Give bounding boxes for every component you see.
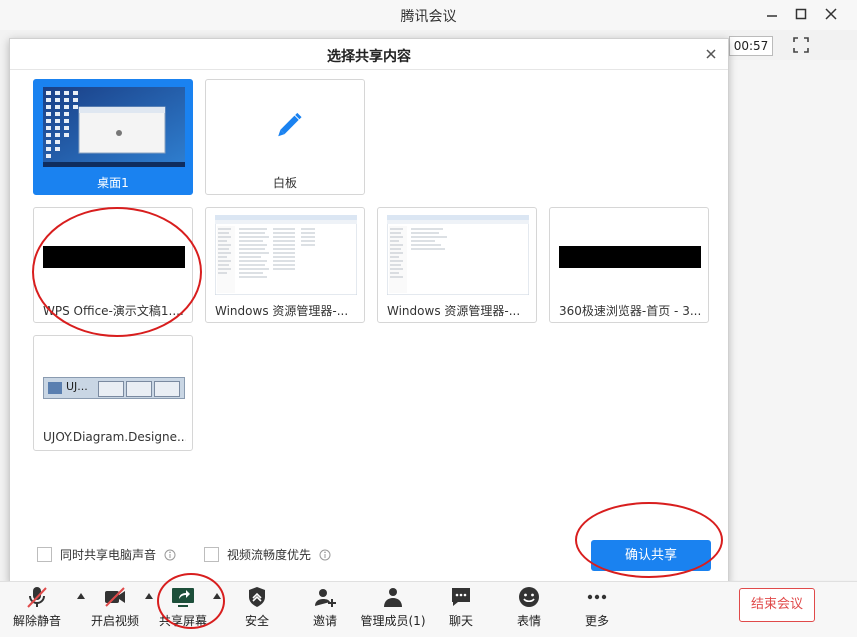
video-smooth-checkbox[interactable]	[204, 547, 219, 562]
option-label: Windows 资源管理器-...	[387, 304, 521, 318]
toolbar-label: 安全	[244, 614, 269, 628]
toolbar-label: 表情	[516, 614, 541, 628]
toolbar-label: 开启视频	[90, 614, 139, 628]
more-button[interactable]: 更多	[562, 582, 632, 637]
desktop-thumbnail	[43, 87, 185, 167]
toolbar-label: 聊天	[448, 614, 473, 628]
minimize-icon[interactable]	[761, 4, 783, 24]
close-window-icon[interactable]	[820, 4, 842, 24]
ujoy-window-title: UJ...	[66, 380, 88, 393]
toolbar-label: 邀请	[312, 614, 337, 628]
members-icon	[384, 588, 402, 607]
explorer-thumbnail	[214, 214, 358, 296]
chat-icon	[452, 588, 470, 606]
video-smooth-option[interactable]: 视频流畅度优先	[204, 546, 331, 563]
option-label: Windows 资源管理器-...	[215, 304, 349, 318]
chat-button[interactable]: 聊天	[426, 582, 496, 637]
share-options-caret[interactable]	[213, 593, 221, 599]
confirm-share-button[interactable]: 确认共享	[591, 540, 711, 571]
info-icon[interactable]	[164, 549, 176, 561]
option-label: 白板	[272, 176, 297, 190]
share-dialog: 选择共享内容 桌面1 白板 WPS Office-演示文稿1.... Windo…	[9, 38, 729, 583]
explorer-thumbnail	[386, 214, 530, 296]
fullscreen-icon[interactable]	[793, 37, 809, 53]
share-option-wps[interactable]: WPS Office-演示文稿1....	[33, 207, 193, 323]
whiteboard-thumbnail	[215, 87, 357, 167]
emoji-button[interactable]: 表情	[494, 582, 564, 637]
window-close-icon	[154, 381, 180, 397]
share-audio-checkbox[interactable]	[37, 547, 52, 562]
share-option-ujoy[interactable]: UJ... UJOY.Diagram.Designe...	[33, 335, 193, 451]
window-restore-icon	[126, 381, 152, 397]
more-icon	[587, 594, 607, 600]
toolbar-label: 更多	[584, 614, 609, 628]
share-audio-option[interactable]: 同时共享电脑声音	[37, 546, 176, 563]
maximize-icon[interactable]	[790, 4, 812, 24]
app-title: 腾讯会议	[400, 9, 457, 25]
share-option-explorer-2[interactable]: Windows 资源管理器-...	[377, 207, 537, 323]
option-label: 360极速浏览器-首页 - 3...	[559, 304, 702, 318]
toolbar-label: 管理成员(1)	[360, 614, 426, 628]
browser-thumbnail	[559, 215, 701, 295]
title-bar: 腾讯会议	[0, 0, 857, 30]
invite-icon	[315, 589, 336, 607]
share-screen-button[interactable]: 共享屏幕	[148, 582, 218, 637]
video-smooth-label: 视频流畅度优先	[227, 548, 312, 562]
share-option-explorer-1[interactable]: Windows 资源管理器-...	[205, 207, 365, 323]
manage-members-button[interactable]: 管理成员(1)	[358, 582, 428, 637]
share-audio-label: 同时共享电脑声音	[60, 548, 157, 562]
invite-button[interactable]: 邀请	[290, 582, 360, 637]
meeting-toolbar: 解除静音 开启视频 共享屏幕 安全 邀请 管理成员(1) 聊天 表情 更多 结束…	[0, 573, 857, 637]
toolbar-label: 共享屏幕	[158, 614, 207, 628]
window-min-icon	[98, 381, 124, 397]
close-icon[interactable]	[702, 45, 720, 63]
dialog-title: 选择共享内容	[327, 49, 411, 65]
meeting-area	[727, 60, 857, 580]
ujoy-thumbnail: UJ...	[43, 343, 185, 423]
share-option-browser[interactable]: 360极速浏览器-首页 - 3...	[549, 207, 709, 323]
wps-thumbnail	[43, 215, 185, 295]
pencil-icon	[278, 112, 302, 137]
unmute-button[interactable]: 解除静音	[2, 582, 72, 637]
option-label: 桌面1	[97, 176, 129, 190]
end-meeting-button[interactable]: 结束会议	[739, 588, 815, 622]
info-icon[interactable]	[319, 549, 331, 561]
meeting-timer: 00:57	[729, 36, 773, 56]
share-screen-icon	[172, 588, 194, 607]
share-option-desktop[interactable]: 桌面1	[33, 79, 193, 195]
security-button[interactable]: 安全	[222, 582, 292, 637]
meeting-status-bar: 00:57	[717, 30, 857, 60]
emoji-icon	[519, 587, 539, 607]
share-option-whiteboard[interactable]: 白板	[205, 79, 365, 195]
mic-muted-icon	[27, 587, 47, 608]
option-label: WPS Office-演示文稿1....	[43, 304, 184, 318]
toolbar-label: 解除静音	[12, 614, 61, 628]
option-label: UJOY.Diagram.Designe...	[43, 430, 186, 444]
camera-off-icon	[105, 587, 125, 607]
shield-icon	[249, 587, 265, 607]
dialog-header: 选择共享内容	[10, 39, 728, 70]
start-video-button[interactable]: 开启视频	[80, 582, 150, 637]
